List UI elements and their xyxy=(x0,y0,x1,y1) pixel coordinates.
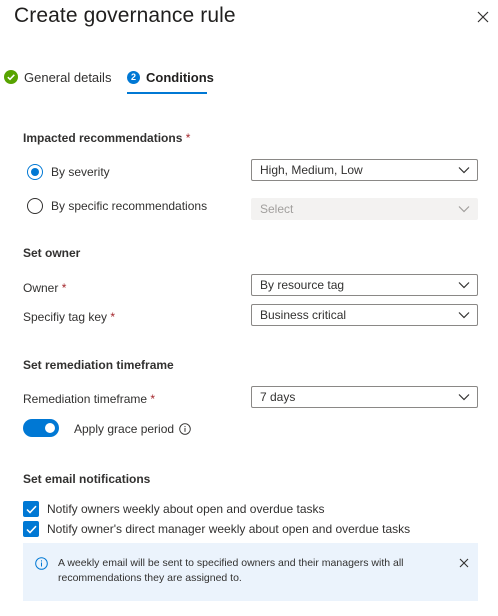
info-icon[interactable] xyxy=(179,423,191,435)
toggle-knob xyxy=(45,423,55,433)
info-banner: A weekly email will be sent to specified… xyxy=(23,543,478,601)
dropdown-value: 7 days xyxy=(260,390,296,404)
checkbox-label: Notify owner's direct manager weekly abo… xyxy=(47,522,411,536)
grace-period-toggle[interactable] xyxy=(23,419,59,437)
remediation-timeframe-dropdown[interactable]: 7 days xyxy=(251,386,478,408)
chevron-down-icon xyxy=(458,394,470,401)
tag-key-dropdown[interactable]: Business critical xyxy=(251,304,478,326)
step-number-badge: 2 xyxy=(127,70,140,84)
checkbox-notify-owners[interactable]: Notify owners weekly about open and over… xyxy=(23,501,325,517)
required-mark: * xyxy=(185,131,191,145)
info-icon xyxy=(35,557,48,570)
severity-dropdown[interactable]: High, Medium, Low xyxy=(251,159,478,181)
radio-button[interactable] xyxy=(27,198,43,214)
tab-label: Conditions xyxy=(146,69,214,85)
chevron-down-icon xyxy=(458,167,470,174)
checkbox-notify-manager[interactable]: Notify owner's direct manager weekly abo… xyxy=(23,521,410,537)
tab-label: General details xyxy=(24,69,112,85)
checkbox[interactable] xyxy=(23,501,39,517)
radio-by-severity[interactable]: By severity xyxy=(27,164,110,180)
set-remediation-heading: Set remediation timeframe xyxy=(23,358,174,372)
recommendations-dropdown: Select xyxy=(251,198,478,220)
owner-label: Owner * xyxy=(23,281,67,295)
page-title: Create governance rule xyxy=(14,4,236,27)
check-circle-icon xyxy=(4,70,18,84)
set-owner-heading: Set owner xyxy=(23,246,81,260)
close-icon[interactable] xyxy=(459,558,469,568)
tag-key-label: Specifiy tag key * xyxy=(23,310,116,324)
remediation-timeframe-label: Remediation timeframe * xyxy=(23,392,156,406)
chevron-down-icon xyxy=(458,312,470,319)
radio-label: By severity xyxy=(51,165,110,179)
radio-button[interactable] xyxy=(27,164,43,180)
dropdown-value: Select xyxy=(260,202,294,216)
required-mark: * xyxy=(110,310,116,324)
radio-by-specific-recommendations[interactable]: By specific recommendations xyxy=(27,198,207,214)
checkmark-icon xyxy=(25,505,37,514)
banner-message: A weekly email will be sent to specified… xyxy=(58,557,404,584)
checkbox-label: Notify owners weekly about open and over… xyxy=(47,502,325,516)
active-tab-indicator xyxy=(127,92,207,94)
dropdown-value: High, Medium, Low xyxy=(260,163,363,177)
close-icon[interactable] xyxy=(476,10,490,24)
chevron-down-icon xyxy=(458,282,470,289)
owner-dropdown[interactable]: By resource tag xyxy=(251,274,478,296)
impacted-recommendations-heading: Impacted recommendations * xyxy=(23,131,191,145)
required-mark: * xyxy=(61,281,67,295)
grace-period-label: Apply grace period xyxy=(74,422,191,436)
tab-general-details[interactable]: General details xyxy=(4,64,111,90)
checkbox[interactable] xyxy=(23,521,39,537)
radio-label: By specific recommendations xyxy=(51,199,208,213)
dropdown-value: By resource tag xyxy=(260,278,345,292)
chevron-down-icon xyxy=(458,206,470,213)
set-email-notifications-heading: Set email notifications xyxy=(23,472,151,486)
tab-conditions[interactable]: 2 Conditions xyxy=(127,64,214,90)
checkmark-icon xyxy=(25,525,37,534)
required-mark: * xyxy=(150,392,156,406)
dropdown-value: Business critical xyxy=(260,308,347,322)
